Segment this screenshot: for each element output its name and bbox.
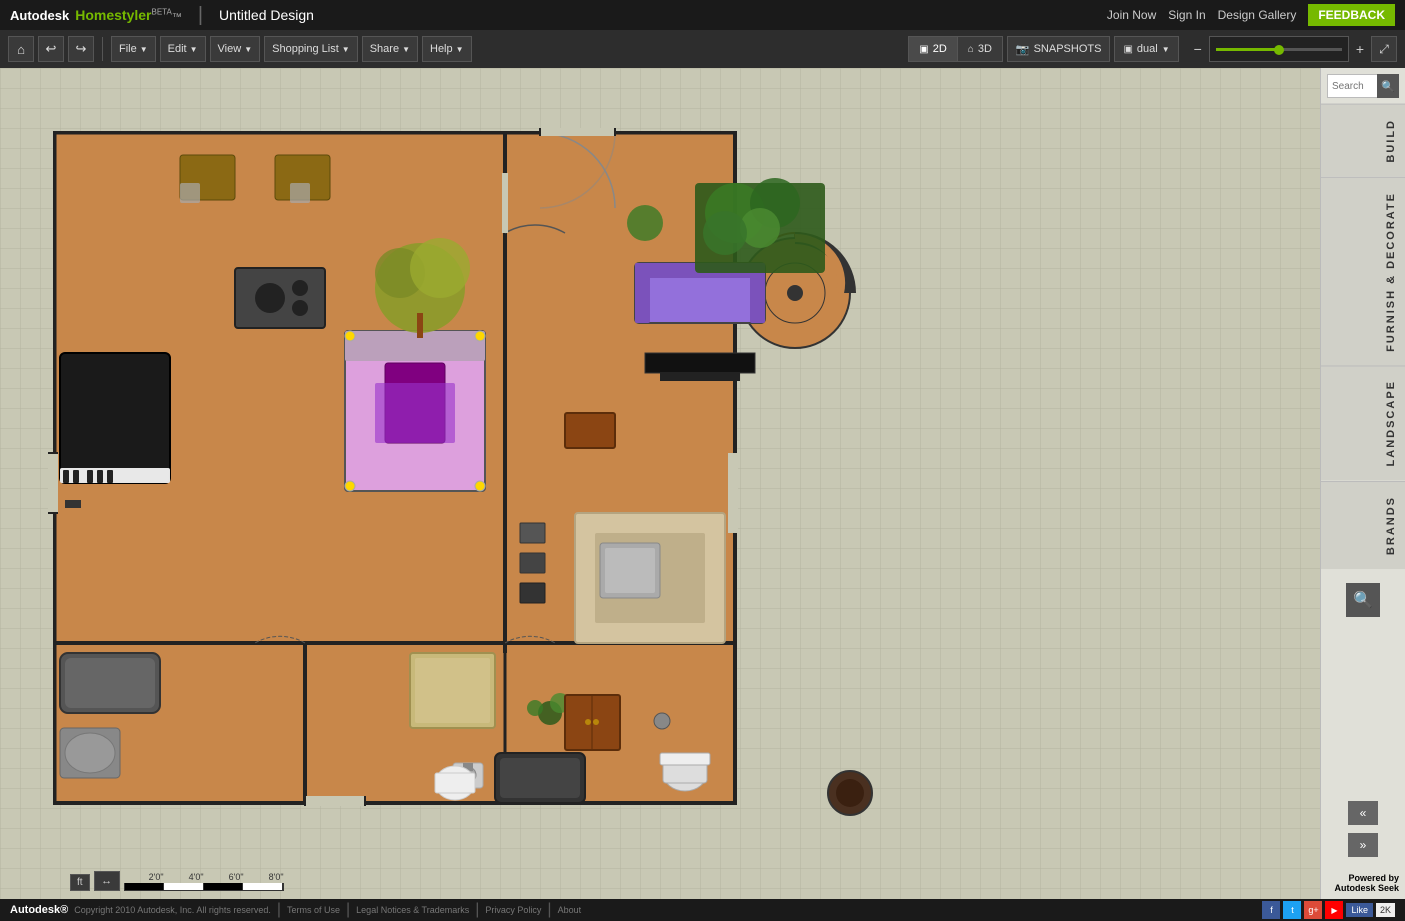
home-button[interactable]: ⌂ — [8, 36, 34, 62]
social-icons: f t g+ ▶ Like 2K — [1262, 901, 1395, 919]
redo-button[interactable]: ↪ — [68, 36, 94, 62]
footer-separator-4: | — [547, 901, 551, 919]
toolbar: ⌂ ↩ ↪ File ▼ Edit ▼ View ▼ Shopping List… — [0, 30, 1405, 68]
sidebar-tab-furnish[interactable]: FURNISH & DECORATE — [1321, 177, 1405, 366]
autodesk-logo: Autodesk — [10, 8, 69, 23]
fullscreen-icon: ⤢ — [1379, 42, 1389, 57]
unit-button[interactable]: ft — [70, 874, 90, 891]
file-chevron-icon: ▼ — [140, 45, 148, 54]
google-icon[interactable]: g+ — [1304, 901, 1322, 919]
sidebar-magnify-button[interactable]: 🔍 — [1346, 583, 1380, 617]
share-chevron-icon: ▼ — [402, 45, 410, 54]
sidebar-tab-landscape[interactable]: LANDSCAPE — [1321, 365, 1405, 480]
dual-chevron-icon: ▼ — [1162, 45, 1170, 54]
top-right-nav: Join Now Sign In Design Gallery FEEDBACK — [1107, 4, 1395, 26]
youtube-icon[interactable]: ▶ — [1325, 901, 1343, 919]
sign-in-link[interactable]: Sign In — [1168, 8, 1205, 22]
shopping-chevron-icon: ▼ — [342, 45, 350, 54]
measure-button[interactable]: ↔ — [94, 871, 120, 891]
help-chevron-icon: ▼ — [456, 45, 464, 54]
edit-menu[interactable]: Edit ▼ — [160, 36, 206, 62]
undo-icon: ↩ — [46, 41, 57, 57]
footer-about-link[interactable]: About — [558, 905, 582, 915]
powered-by-label: Powered by Autodesk Seek — [1321, 867, 1405, 899]
zoom-slider[interactable] — [1209, 36, 1349, 62]
view-3d-icon: ⌂ — [968, 44, 974, 55]
edit-chevron-icon: ▼ — [190, 45, 198, 54]
view-2d-button[interactable]: ▣ 2D — [909, 37, 958, 61]
collapse-up-button[interactable]: « — [1348, 801, 1378, 825]
footer-separator-2: | — [346, 901, 350, 919]
footer-terms-link[interactable]: Terms of Use — [287, 905, 340, 915]
logo-divider: | — [198, 4, 203, 27]
footer-separator-3: | — [475, 901, 479, 919]
zoom-track — [1216, 48, 1342, 51]
sidebar-search-box: 🔍 — [1321, 68, 1405, 104]
twitter-icon[interactable]: t — [1283, 901, 1301, 919]
zoom-bar: − + — [1191, 36, 1367, 62]
join-now-link[interactable]: Join Now — [1107, 8, 1156, 22]
view-2d-icon: ▣ — [919, 44, 928, 55]
view-menu[interactable]: View ▼ — [210, 36, 261, 62]
feedback-button[interactable]: FEEDBACK — [1308, 4, 1395, 26]
home-icon: ⌂ — [17, 42, 25, 57]
scale-ruler: 2'0" 4'0" 6'0" 8'0" — [124, 872, 284, 891]
dual-button[interactable]: ▣ dual ▼ — [1114, 36, 1178, 62]
design-gallery-link[interactable]: Design Gallery — [1218, 8, 1297, 22]
magnify-search-area: 🔍 — [1321, 569, 1405, 631]
homestyler-logo: HomestylerBETA™ — [75, 7, 182, 23]
zoom-thumb[interactable] — [1274, 45, 1284, 55]
zoom-in-button[interactable]: + — [1353, 41, 1367, 57]
shopping-list-menu[interactable]: Shopping List ▼ — [264, 36, 358, 62]
like-count: 2K — [1376, 903, 1395, 917]
view-chevron-icon: ▼ — [244, 45, 252, 54]
dual-icon: ▣ — [1123, 44, 1132, 55]
right-sidebar: 🔍 BUILD FURNISH & DECORATE LANDSCAPE BRA… — [1320, 68, 1405, 899]
footer-separator-1: | — [277, 901, 281, 919]
redo-icon: ↪ — [76, 41, 87, 57]
design-title: Untitled Design — [219, 7, 314, 23]
sidebar-search-wrapper: 🔍 — [1327, 74, 1399, 98]
help-menu[interactable]: Help ▼ — [422, 36, 472, 62]
footer-privacy-link[interactable]: Privacy Policy — [485, 905, 541, 915]
snapshots-button[interactable]: 📷 SNAPSHOTS — [1007, 36, 1111, 62]
top-nav-bar: Autodesk HomestylerBETA™ | Untitled Desi… — [0, 0, 1405, 30]
collapse-down-button[interactable]: » — [1348, 833, 1378, 857]
footer-bar: Autodesk® Copyright 2010 Autodesk, Inc. … — [0, 899, 1405, 921]
logo-area: Autodesk HomestylerBETA™ | Untitled Desi… — [10, 4, 314, 27]
view-3d-button[interactable]: ⌂ 3D — [958, 37, 1002, 61]
share-menu[interactable]: Share ▼ — [362, 36, 418, 62]
view-mode-group: ▣ 2D ⌂ 3D — [908, 36, 1003, 62]
footer-copyright-text: Copyright 2010 Autodesk, Inc. All rights… — [74, 905, 271, 915]
sidebar-tab-brands[interactable]: BRANDS — [1321, 481, 1405, 569]
floor-plan — [5, 73, 985, 823]
canvas-area[interactable]: ft ↔ 2'0" 4'0" 6'0" 8'0" — [0, 68, 1320, 899]
file-menu[interactable]: File ▼ — [111, 36, 156, 62]
toolbar-separator-1 — [102, 37, 103, 61]
canvas-wrapper: ft ↔ 2'0" 4'0" 6'0" 8'0" — [0, 68, 1405, 899]
facebook-icon[interactable]: f — [1262, 901, 1280, 919]
bottom-scale: ft ↔ 2'0" 4'0" 6'0" 8'0" — [70, 871, 284, 891]
zoom-fill — [1216, 48, 1279, 51]
collapse-area: « » — [1321, 791, 1405, 867]
camera-icon: 📷 — [1016, 43, 1030, 56]
sidebar-search-go-button[interactable]: 🔍 — [1377, 74, 1399, 98]
fullscreen-button[interactable]: ⤢ — [1371, 36, 1397, 62]
footer-legal-link[interactable]: Legal Notices & Trademarks — [356, 905, 469, 915]
sidebar-tab-build[interactable]: BUILD — [1321, 104, 1405, 177]
undo-button[interactable]: ↩ — [38, 36, 64, 62]
like-button[interactable]: Like — [1346, 903, 1373, 917]
zoom-out-button[interactable]: − — [1191, 41, 1205, 57]
footer-logo: Autodesk® — [10, 904, 68, 916]
